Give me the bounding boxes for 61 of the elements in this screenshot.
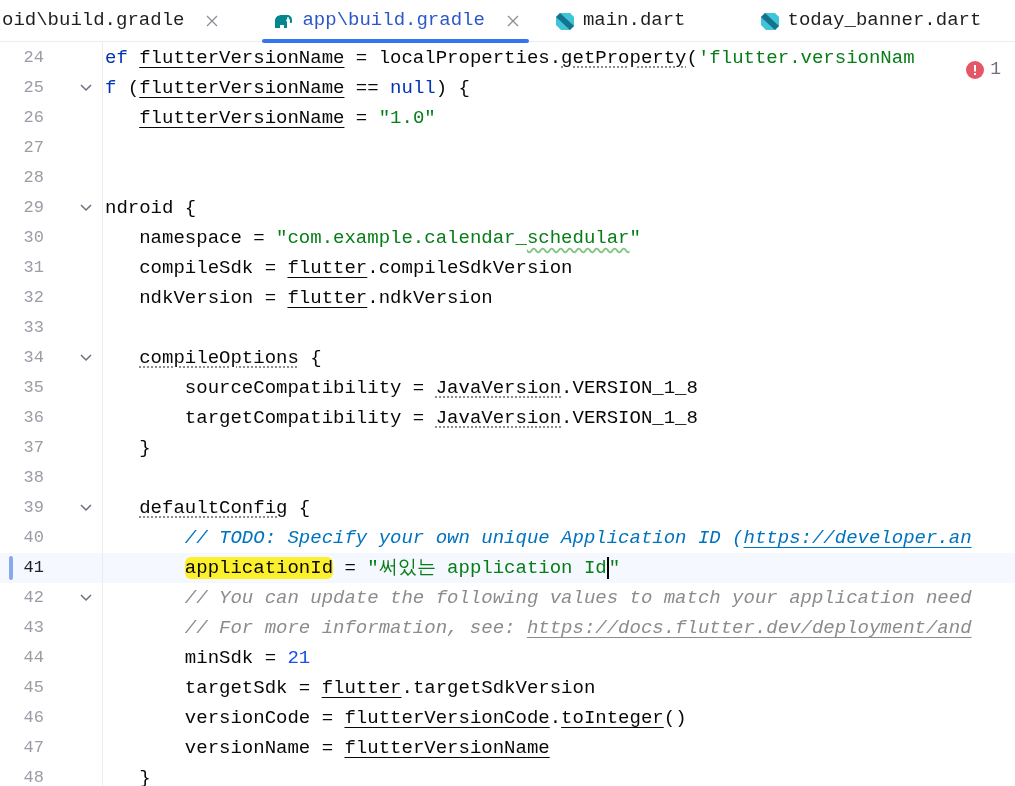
line-number: 45 (22, 677, 44, 700)
close-icon[interactable] (206, 14, 219, 27)
line-number: 43 (22, 617, 44, 640)
error-icon[interactable] (966, 60, 985, 79)
line-number: 26 (22, 107, 44, 130)
code-line: minSdk = 21 (183, 645, 311, 671)
line-number: 31 (22, 257, 44, 280)
editor-tab[interactable]: app\build.gradle (254, 0, 537, 41)
code-line: targetSdk = flutter.targetSdkVersion (183, 675, 596, 701)
line-number: 42 (22, 587, 44, 610)
code-line: compileSdk = flutter.compileSdkVersion (138, 255, 573, 281)
code-line: sourceCompatibility = JavaVersion.VERSION_1_8 (183, 375, 698, 401)
code-line: applicationId = "써있는 application Id" (183, 555, 621, 581)
line-number: 35 (22, 377, 44, 400)
line-number: 24 (22, 47, 44, 70)
fold-icon[interactable] (80, 594, 92, 602)
line-number: 29 (22, 197, 44, 220)
dart-icon (554, 10, 575, 31)
line-number: 30 (22, 227, 44, 250)
code-line: // You can update the following values to match your application need (183, 585, 972, 611)
line-number: 36 (22, 407, 44, 430)
code-line: ndkVersion = flutter.ndkVersion (138, 285, 493, 311)
line-number: 39 (22, 497, 44, 520)
line-number: 38 (22, 467, 44, 490)
editor-tab[interactable]: today_banner.dart (741, 0, 1000, 41)
line-number: 44 (22, 647, 44, 670)
code-line: targetCompatibility = JavaVersion.VERSION_1_8 (183, 405, 698, 431)
fold-icon[interactable] (80, 354, 92, 362)
error-count[interactable]: 1 (990, 56, 1001, 83)
code-line: // TODO: Specify your own unique Application ID (https://developer.an (183, 525, 972, 551)
code-line: ef flutterVersionName = localProperties.getProperty('flutter.versionNam (104, 45, 915, 71)
code-line: versionCode = flutterVersionCode.toInteger() (183, 705, 687, 731)
code-line: // For more information, see: https://docs.flutter.dev/deployment/and (183, 615, 972, 641)
line-number: 33 (22, 317, 44, 340)
line-number: 32 (22, 287, 44, 310)
line-number: 25 (22, 77, 44, 100)
line-number: 47 (22, 737, 44, 760)
fold-icon[interactable] (80, 204, 92, 212)
code-line: compileOptions { (138, 345, 322, 371)
line-number: 37 (22, 437, 44, 460)
code-line: } (138, 435, 151, 461)
editor-tab[interactable]: oid\build.gradle (2, 0, 235, 41)
fold-icon[interactable] (80, 504, 92, 512)
close-icon[interactable] (506, 14, 519, 27)
line-number: 27 (22, 137, 44, 160)
line-number: 34 (22, 347, 44, 370)
line-number: 48 (22, 767, 44, 786)
code-line: flutterVersionName = "1.0" (138, 105, 436, 131)
line-number: 41 (22, 557, 44, 580)
editor-tab[interactable]: main.dart (536, 0, 704, 41)
code-line: versionName = flutterVersionName (183, 735, 550, 761)
line-number: 28 (22, 167, 44, 190)
fold-icon[interactable] (80, 84, 92, 92)
code-line: namespace = "com.example.calendar_schedular" (138, 225, 641, 251)
line-number: 46 (22, 707, 44, 730)
line-number: 40 (22, 527, 44, 550)
dart-icon (759, 10, 780, 31)
code-line: defaultConfig { (138, 495, 311, 521)
code-line: } (138, 765, 151, 786)
code-line: f (flutterVersionName == null) { (104, 75, 470, 101)
code-line: ndroid { (104, 195, 197, 221)
